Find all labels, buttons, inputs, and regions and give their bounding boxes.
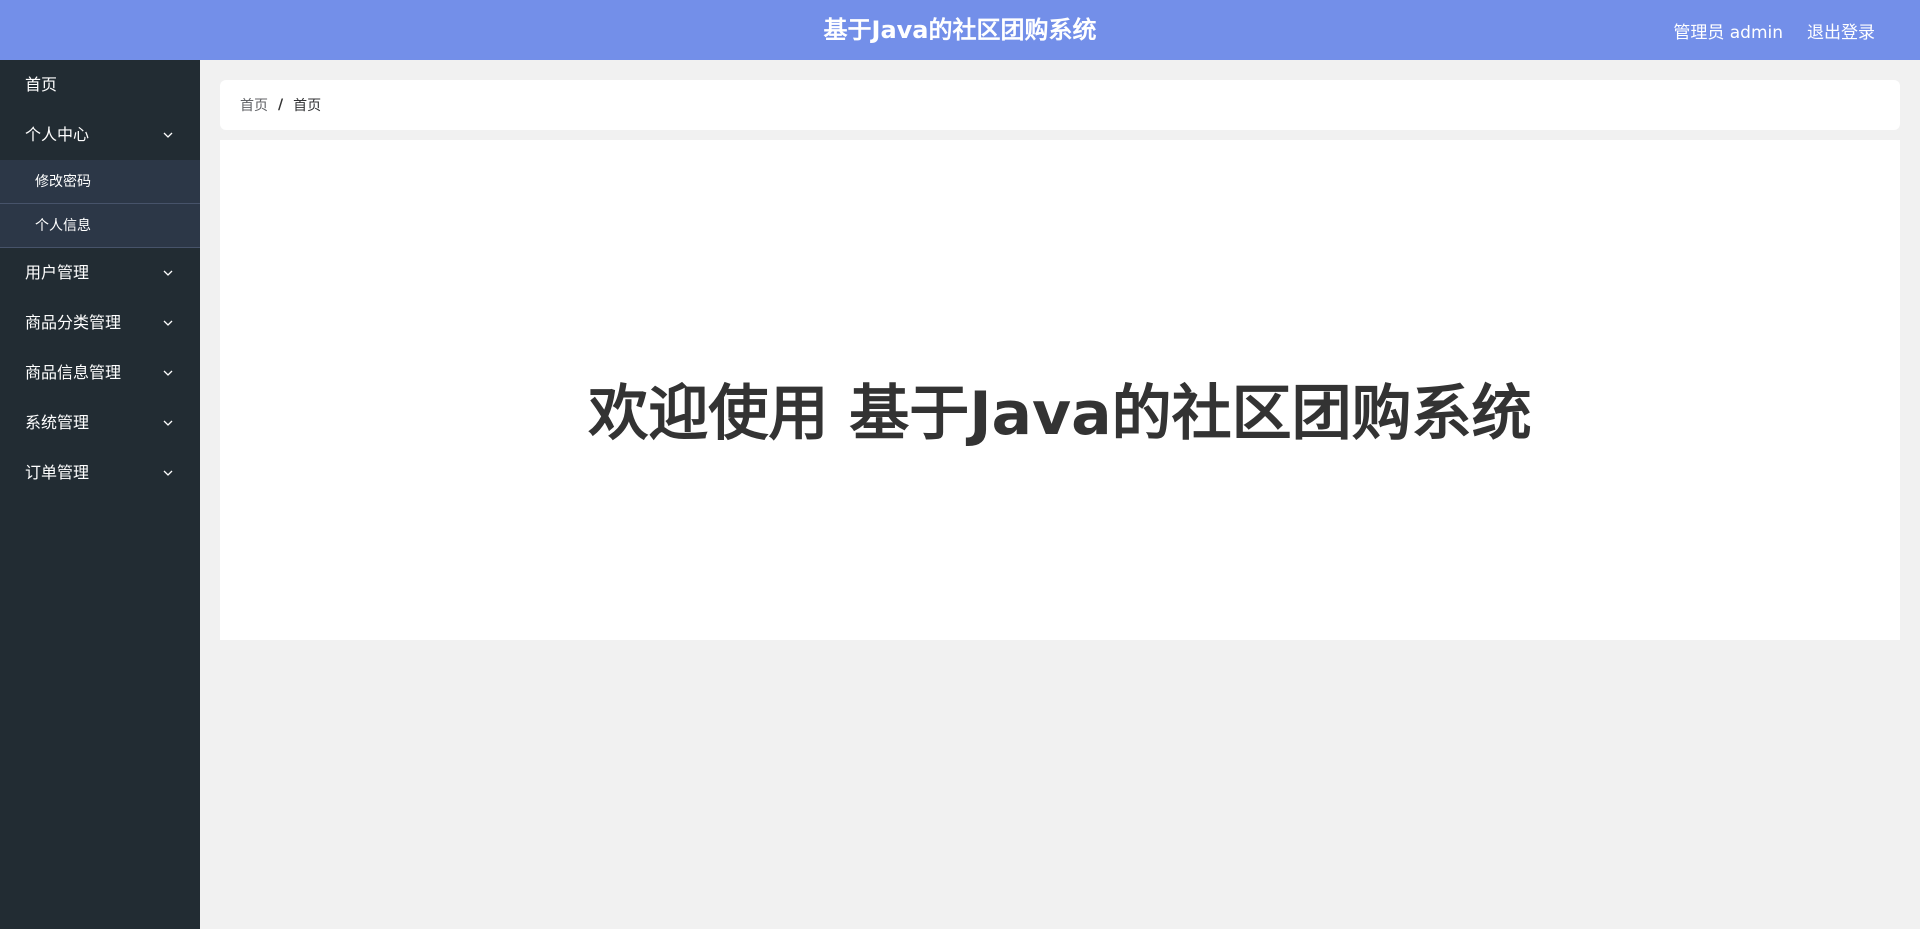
chevron-down-icon bbox=[163, 132, 173, 138]
welcome-panel: 欢迎使用 基于Java的社区团购系统 bbox=[220, 140, 1900, 640]
sidebar-item-label: 订单管理 bbox=[25, 463, 90, 482]
sidebar-item-label: 系统管理 bbox=[25, 413, 90, 432]
submenu-item-personal-info[interactable]: 个人信息 bbox=[0, 204, 200, 248]
admin-user-label: 管理员 admin bbox=[1673, 22, 1783, 43]
sidebar-item-personal-center[interactable]: 个人中心 bbox=[0, 110, 200, 160]
sidebar-item-order-management[interactable]: 订单管理 bbox=[0, 448, 200, 498]
header-user-area: 管理员 admin 退出登录 bbox=[1673, 0, 1875, 60]
top-header: 基于Java的社区团购系统 管理员 admin 退出登录 bbox=[0, 0, 1920, 60]
chevron-down-icon bbox=[163, 420, 173, 426]
sidebar-item-label: 商品分类管理 bbox=[25, 313, 122, 332]
chevron-down-icon bbox=[163, 320, 173, 326]
welcome-heading: 欢迎使用 基于Java的社区团购系统 bbox=[588, 378, 1532, 449]
sidebar-item-label: 个人中心 bbox=[25, 125, 90, 144]
breadcrumb: 首页 / 首页 bbox=[220, 80, 1900, 130]
sidebar-item-category-management[interactable]: 商品分类管理 bbox=[0, 298, 200, 348]
breadcrumb-current: 首页 bbox=[293, 98, 322, 114]
sidebar-item-system-management[interactable]: 系统管理 bbox=[0, 398, 200, 448]
sidebar-item-label: 首页 bbox=[25, 75, 58, 94]
sidebar-item-label: 用户管理 bbox=[25, 263, 90, 282]
sidebar-item-product-management[interactable]: 商品信息管理 bbox=[0, 348, 200, 398]
sidebar-menu: 首页 个人中心 修改密码 个人信息 用户管理 商品分类管理 商品信息管理 系统管… bbox=[0, 60, 200, 929]
chevron-down-icon bbox=[163, 470, 173, 476]
sidebar-item-label: 商品信息管理 bbox=[25, 363, 122, 382]
breadcrumb-separator: / bbox=[278, 97, 284, 113]
submenu-item-label: 个人信息 bbox=[35, 218, 91, 234]
chevron-down-icon bbox=[163, 270, 173, 276]
submenu-item-change-password[interactable]: 修改密码 bbox=[0, 160, 200, 204]
chevron-down-icon bbox=[163, 370, 173, 376]
breadcrumb-home-link[interactable]: 首页 bbox=[240, 95, 268, 115]
submenu-item-label: 修改密码 bbox=[35, 174, 91, 190]
app-title: 基于Java的社区团购系统 bbox=[823, 16, 1097, 44]
sidebar-item-home[interactable]: 首页 bbox=[0, 60, 200, 110]
sidebar-item-user-management[interactable]: 用户管理 bbox=[0, 248, 200, 298]
logout-link[interactable]: 退出登录 bbox=[1807, 18, 1875, 43]
